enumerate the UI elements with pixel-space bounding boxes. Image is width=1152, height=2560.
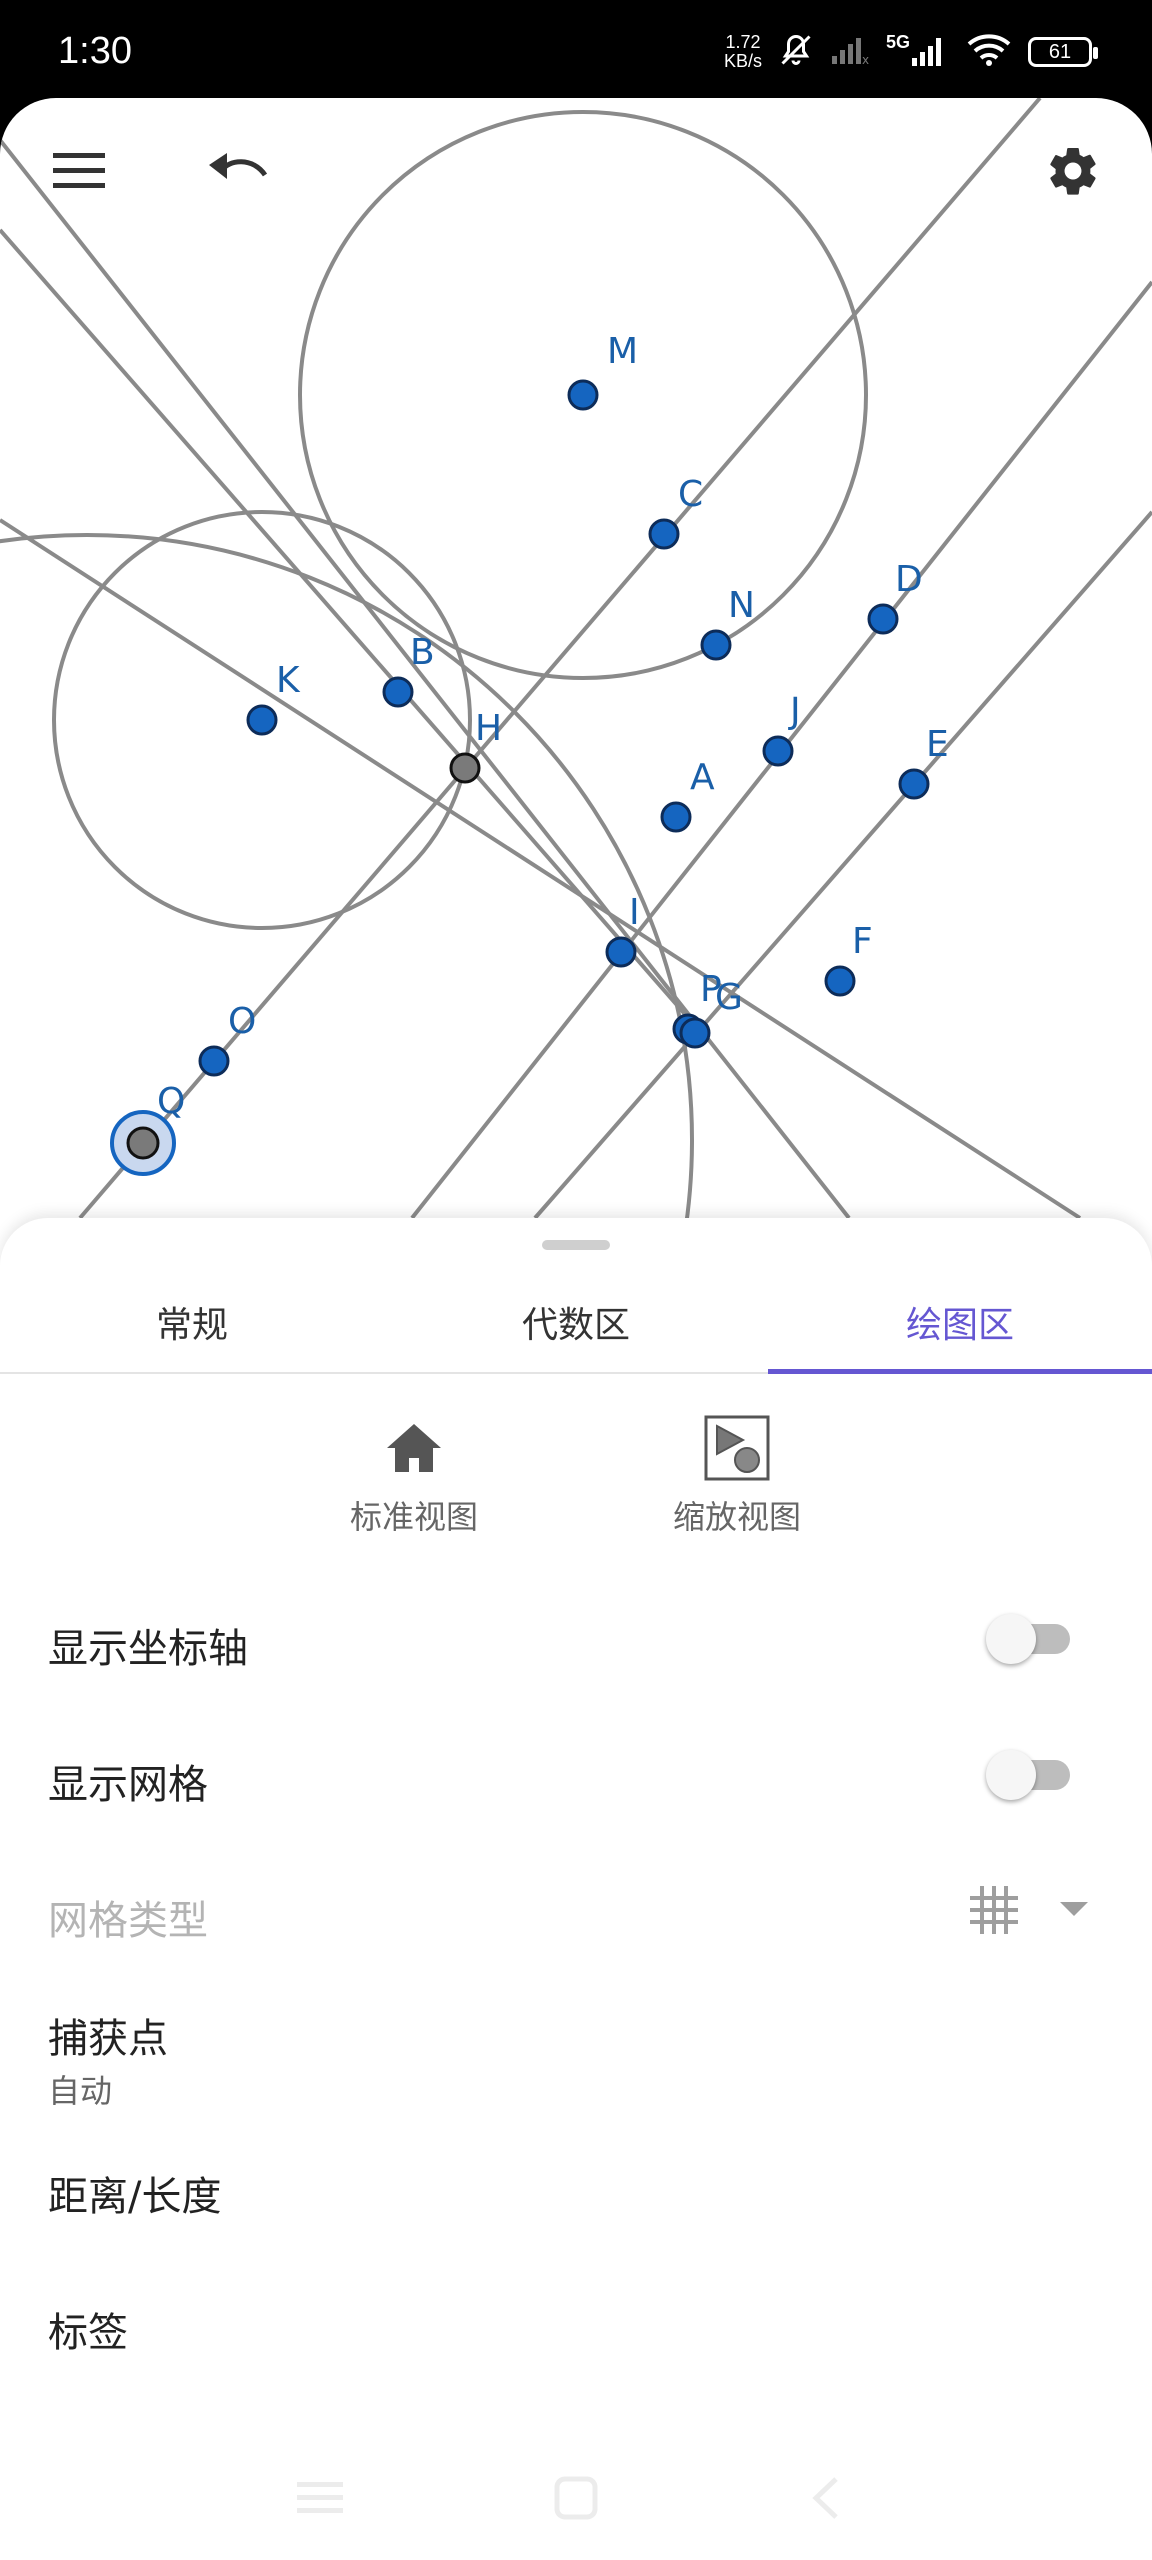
point-f[interactable] [824, 965, 856, 997]
point-q[interactable] [126, 1126, 160, 1160]
back-button[interactable] [796, 2470, 856, 2530]
point-capturing-row[interactable]: 捕获点 自动 [0, 1984, 1152, 2124]
show-grid-label: 显示网格 [48, 1762, 208, 1808]
wifi-icon [966, 33, 1012, 71]
point-label-m: M [607, 331, 638, 372]
show-grid-row[interactable]: 显示网格 [0, 1724, 1152, 1824]
point-m[interactable] [567, 379, 599, 411]
point-label-j: J [788, 691, 801, 732]
app-window: MCNDKBHJAEIFPGOQ 常规 代数区 绘图区 标准视图 缩放视图 显示… [0, 98, 1152, 2560]
grid-type-row: 网格类型 [0, 1860, 1152, 1960]
point-i[interactable] [605, 936, 637, 968]
labeling-label: 标签 [48, 2310, 128, 2356]
status-icons: 1.72 KB/s x 5G 61 [724, 30, 1098, 74]
grid-type-select [968, 1882, 1088, 1942]
standard-view-label: 标准视图 [349, 1498, 478, 1536]
line-1[interactable] [0, 138, 851, 1220]
recents-icon [297, 2478, 343, 2522]
point-n[interactable] [700, 629, 732, 661]
point-a[interactable] [660, 801, 692, 833]
point-h[interactable] [449, 752, 481, 784]
grid-icon [968, 1884, 1020, 1940]
zoom-view-label: 缩放视图 [672, 1498, 801, 1536]
mute-icon [778, 32, 814, 72]
point-label-k: K [276, 660, 301, 701]
tab-general[interactable]: 常规 [0, 1272, 384, 1372]
chevron-down-icon [1060, 1902, 1088, 1922]
point-label-b: B [410, 632, 435, 673]
tab-graphics[interactable]: 绘图区 [768, 1272, 1152, 1372]
net-speed-value: 1.72 [725, 32, 761, 52]
point-c[interactable] [648, 518, 680, 550]
status-time: 1:30 [58, 30, 132, 72]
distance-row[interactable]: 距离/长度 [0, 2136, 1152, 2236]
point-k[interactable] [246, 704, 278, 736]
menu-button[interactable] [34, 128, 124, 218]
settings-sheet: 常规 代数区 绘图区 标准视图 缩放视图 显示坐标轴 显示网格 网格类型 捕获点… [0, 1218, 1152, 2560]
show-axes-label: 显示坐标轴 [48, 1626, 248, 1672]
home-button[interactable] [546, 2470, 606, 2530]
undo-button[interactable] [193, 128, 283, 218]
signal-off-icon: x [830, 34, 870, 70]
point-label-i: I [629, 892, 640, 933]
point-b[interactable] [382, 676, 414, 708]
sheet-drag-handle[interactable] [542, 1240, 610, 1250]
zoom-view-button[interactable]: 缩放视图 [617, 1414, 857, 1544]
settings-button[interactable] [1028, 128, 1118, 218]
undo-icon [207, 149, 269, 197]
geometry-canvas[interactable]: MCNDKBH JAEIFPGOQ [0, 98, 1152, 1238]
active-tab-indicator [768, 1369, 1152, 1374]
point-g[interactable] [679, 1017, 711, 1049]
status-bar: 1:30 1.72 KB/s x 5G 61 [0, 0, 1152, 100]
signal-5g-icon: 5G [886, 32, 950, 68]
tab-algebra[interactable]: 代数区 [384, 1272, 768, 1372]
navigation-bar [0, 2430, 1152, 2560]
grid-type-label: 网格类型 [48, 1898, 208, 1944]
view-buttons: 标准视图 缩放视图 [0, 1414, 1152, 1544]
labeling-row[interactable]: 标签 [0, 2272, 1152, 2372]
point-label-e: E [926, 724, 949, 765]
point-label-q: Q [157, 1081, 185, 1122]
point-label-n: N [728, 585, 755, 626]
zoom-to-fit-icon [703, 1414, 771, 1486]
show-axes-toggle[interactable] [986, 1614, 1076, 1664]
home-icon [385, 1422, 443, 1478]
point-capturing-label: 捕获点 [48, 2016, 168, 2062]
toggle-thumb [986, 1750, 1036, 1800]
point-label-a: A [690, 757, 715, 798]
point-label-f: F [852, 921, 873, 962]
network-type: 5G [885, 32, 910, 52]
net-speed-unit: KB/s [723, 51, 762, 71]
menu-icon [53, 151, 105, 195]
point-label-h: H [475, 708, 502, 749]
battery-icon: 61 [1028, 37, 1098, 67]
point-e[interactable] [898, 768, 930, 800]
point-o[interactable] [198, 1045, 230, 1077]
distance-label: 距离/长度 [48, 2174, 222, 2220]
point-label-o: O [228, 1001, 256, 1042]
net-speed: 1.72 KB/s [724, 33, 762, 71]
recents-button[interactable] [290, 2470, 350, 2530]
point-label-g: G [715, 977, 743, 1018]
settings-tabs: 常规 代数区 绘图区 [0, 1272, 1152, 1374]
home-square-icon [554, 2476, 598, 2524]
svg-text:x: x [862, 53, 869, 66]
point-label-c: C [678, 474, 703, 515]
show-grid-toggle[interactable] [986, 1750, 1076, 1800]
show-axes-row[interactable]: 显示坐标轴 [0, 1588, 1152, 1688]
toggle-thumb [986, 1614, 1036, 1664]
point-capturing-value: 自动 [48, 2072, 113, 2110]
point-d[interactable] [867, 603, 899, 635]
back-icon [810, 2475, 842, 2525]
gear-icon [1044, 142, 1102, 204]
point-j[interactable] [762, 735, 794, 767]
point-label-d: D [895, 559, 923, 600]
standard-view-button[interactable]: 标准视图 [294, 1414, 534, 1544]
